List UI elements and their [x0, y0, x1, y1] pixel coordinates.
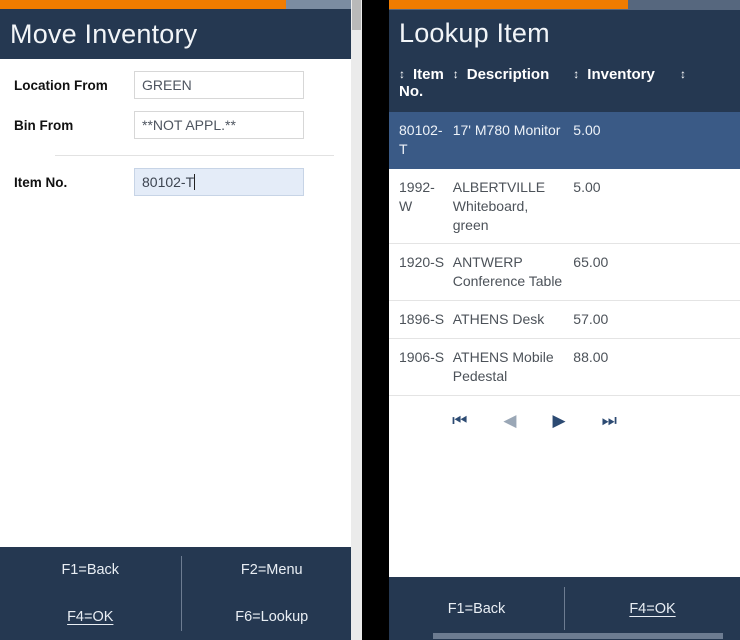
cell-inventory: 5.00: [569, 112, 676, 169]
cell-description: ANTWERP Conference Table: [448, 243, 570, 302]
cell-extra: [675, 338, 740, 396]
cell-description: ALBERTVILLE Whiteboard, green: [448, 168, 570, 245]
cell-item-no: 1920-S: [389, 243, 449, 302]
left-progress-fill: [0, 0, 286, 9]
scrollbar-thumb[interactable]: [352, 0, 361, 30]
header-inventory[interactable]: ↕ Inventory: [569, 56, 676, 112]
cell-extra: [675, 300, 740, 340]
cell-item-no: 1992-W: [389, 168, 449, 245]
field-row-bin-from: Bin From: [0, 111, 362, 139]
field-row-location-from: Location From: [0, 71, 362, 99]
label-location-from: Location From: [14, 77, 108, 93]
label-bin-from: Bin From: [14, 117, 74, 133]
field-row-item-no: Item No. 80102-T: [0, 168, 362, 196]
cell-extra: [675, 168, 740, 245]
text-caret: [194, 174, 196, 190]
lookup-results-area: ↕ Item No. ↕ Description ↕ Inventory ↕ 801: [389, 56, 740, 577]
cell-inventory: 57.00: [569, 300, 676, 340]
cell-description: ATHENS Desk: [448, 300, 570, 340]
left-title-bar: Move Inventory: [0, 9, 362, 59]
h-scrollbar-thumb[interactable]: [433, 633, 723, 639]
form-divider: [55, 155, 334, 156]
move-inventory-form: Location From Bin From Item No. 80102-T: [0, 59, 362, 547]
pagination-controls: ⏮ ◀ ▶ ⏭: [389, 396, 680, 429]
item-no-value: 80102-T: [142, 174, 195, 190]
left-vertical-scrollbar[interactable]: [351, 0, 362, 640]
cell-description: ATHENS Mobile Pedestal: [448, 338, 570, 396]
item-no-input[interactable]: 80102-T: [134, 168, 304, 196]
right-progress-track: [389, 0, 740, 10]
first-page-icon[interactable]: ⏮: [452, 412, 467, 429]
next-page-icon[interactable]: ▶: [553, 412, 566, 429]
header-description-label: Description: [466, 66, 550, 83]
table-row[interactable]: 1920-S ANTWERP Conference Table 65.00: [389, 243, 740, 302]
fkey-f4-ok[interactable]: F4=OK: [0, 594, 181, 640]
location-from-input[interactable]: [134, 71, 304, 99]
header-extra-column[interactable]: ↕: [675, 56, 740, 112]
screen-root: Move Inventory Location From Bin From It…: [0, 0, 740, 640]
right-horizontal-scrollbar[interactable]: [389, 631, 740, 640]
sort-icon[interactable]: ↕: [399, 68, 410, 80]
fkey-f1-back[interactable]: F1=Back: [0, 547, 181, 594]
header-description[interactable]: ↕ Description: [448, 56, 570, 112]
cell-description: 17' M780 Monitor: [448, 112, 570, 169]
lookup-table-body: 80102-T 17' M780 Monitor 5.00 1992-W ALBERTV…: [389, 112, 740, 396]
last-page-icon[interactable]: ⏭: [602, 412, 617, 429]
header-item-no[interactable]: ↕ Item No.: [389, 56, 449, 112]
header-inventory-label: Inventory: [587, 66, 655, 83]
move-inventory-panel: Move Inventory Location From Bin From It…: [0, 0, 362, 640]
lookup-table: ↕ Item No. ↕ Description ↕ Inventory ↕ 801: [389, 56, 740, 396]
cell-inventory: 65.00: [569, 243, 676, 302]
table-row[interactable]: 80102-T 17' M780 Monitor 5.00: [389, 112, 740, 169]
right-progress-fill: [389, 0, 628, 9]
cell-item-no: 1906-S: [389, 338, 449, 396]
table-row[interactable]: 1896-S ATHENS Desk 57.00: [389, 300, 740, 340]
left-progress-track: [0, 0, 362, 9]
cell-item-no: 1896-S: [389, 300, 449, 340]
previous-page-icon[interactable]: ◀: [503, 412, 516, 429]
sort-icon[interactable]: ↕: [573, 68, 584, 80]
table-row[interactable]: 1992-W ALBERTVILLE Whiteboard, green 5.00: [389, 168, 740, 245]
cell-extra: [675, 112, 740, 169]
left-function-key-bar: F1=Back F2=Menu F4=OK F6=Lookup: [0, 547, 362, 640]
page-title: Move Inventory: [10, 18, 198, 49]
sort-icon[interactable]: ↕: [680, 68, 691, 80]
label-item-no: Item No.: [14, 174, 68, 190]
sort-icon[interactable]: ↕: [453, 68, 464, 80]
fkey-f2-menu[interactable]: F2=Menu: [182, 547, 363, 594]
fkey-f6-lookup[interactable]: F6=Lookup: [182, 594, 363, 640]
cell-inventory: 88.00: [569, 338, 676, 396]
lookup-table-head: ↕ Item No. ↕ Description ↕ Inventory ↕: [389, 56, 740, 112]
bin-from-input[interactable]: [134, 111, 304, 139]
lookup-title: Lookup Item: [399, 17, 550, 48]
cell-inventory: 5.00: [569, 168, 676, 245]
table-row[interactable]: 1906-S ATHENS Mobile Pedestal 88.00: [389, 338, 740, 396]
lookup-item-panel: Lookup Item ↕ Item No. ↕ Description ↕ Inve…: [389, 0, 740, 640]
right-title-bar: Lookup Item: [389, 10, 740, 56]
cell-item-no: 80102-T: [389, 112, 449, 169]
table-header-row: ↕ Item No. ↕ Description ↕ Inventory ↕: [389, 56, 740, 112]
cell-extra: [675, 243, 740, 302]
